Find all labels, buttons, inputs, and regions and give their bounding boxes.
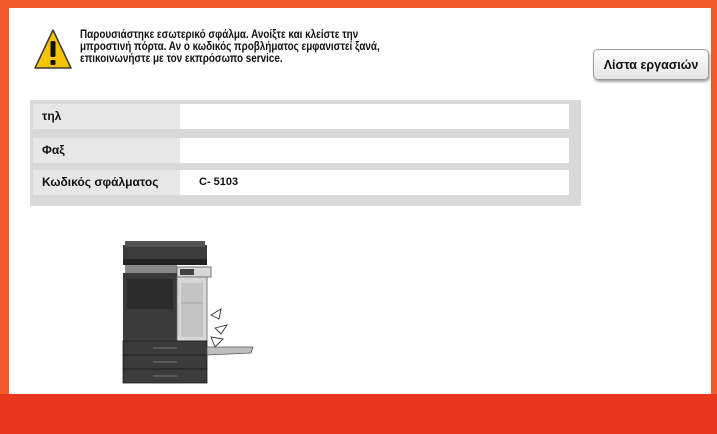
info-row-phone: τηλ bbox=[33, 104, 569, 129]
info-label-fax: Φαξ bbox=[33, 138, 180, 163]
info-row-fax: Φαξ bbox=[33, 138, 569, 163]
bottom-bar bbox=[0, 394, 717, 434]
error-message-line: Παρουσιάστηκε εσωτερικό σφάλμα. Ανοίξτε … bbox=[80, 29, 359, 41]
error-message-line: μπροστινή πόρτα. Αν ο κωδικός προβλήματο… bbox=[80, 41, 380, 53]
info-label-error-code: Κωδικός σφάλματος bbox=[33, 170, 180, 195]
error-message: Παρουσιάστηκε εσωτερικό σφάλμα. Ανοίξτε … bbox=[80, 29, 424, 65]
contact-info-panel: τηλ Φαξ Κωδικός σφάλματος C- 5103 bbox=[30, 100, 581, 206]
error-message-line: επικοινωνήστε με τον εκπρόσωπο service. bbox=[80, 53, 283, 65]
info-label-phone: τηλ bbox=[33, 104, 180, 129]
job-list-button[interactable]: Λίστα εργασιών bbox=[593, 49, 709, 80]
warning-icon bbox=[34, 29, 72, 69]
info-row-error-code: Κωδικός σφάλματος C- 5103 bbox=[33, 170, 569, 195]
printer-image bbox=[122, 241, 254, 384]
info-value-error-code: C- 5103 bbox=[199, 176, 239, 188]
